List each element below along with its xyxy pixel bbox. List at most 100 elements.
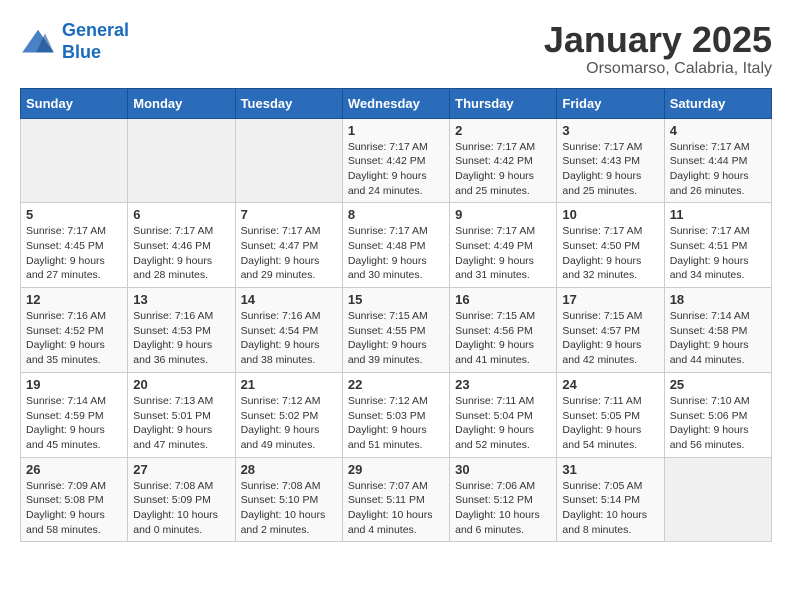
- calendar-cell: 29 Sunrise: 7:07 AM Sunset: 5:11 PM Dayli…: [342, 457, 449, 542]
- calendar-cell: 28 Sunrise: 7:08 AM Sunset: 5:10 PM Dayli…: [235, 457, 342, 542]
- title-block: January 2025 Orsomarso, Calabria, Italy: [544, 20, 772, 78]
- calendar-cell: 7 Sunrise: 7:17 AM Sunset: 4:47 PM Daylig…: [235, 203, 342, 288]
- calendar-cell: 2Sunrise: 7:17 AM Sunset: 4:42 PM Daylig…: [450, 118, 557, 203]
- weekday-header: Sunday: [21, 88, 128, 118]
- calendar-cell: 9 Sunrise: 7:17 AM Sunset: 4:49 PM Daylig…: [450, 203, 557, 288]
- day-number: 30: [455, 462, 551, 477]
- day-number: 18: [670, 292, 766, 307]
- calendar-cell: 8Sunrise: 7:17 AM Sunset: 4:48 PM Daylig…: [342, 203, 449, 288]
- calendar-cell: 10 Sunrise: 7:17 AM Sunset: 4:50 PM Dayli…: [557, 203, 664, 288]
- calendar-cell: 23Sunrise: 7:11 AM Sunset: 5:04 PM Dayli…: [450, 372, 557, 457]
- day-info: Sunrise: 7:10 AM Sunset: 5:06 PM Dayligh…: [670, 394, 766, 453]
- calendar-cell: 13 Sunrise: 7:16 AM Sunset: 4:53 PM Dayli…: [128, 288, 235, 373]
- day-number: 11: [670, 207, 766, 222]
- page-header: GeneralBlue January 2025 Orsomarso, Cala…: [20, 20, 772, 78]
- calendar-row: 1Sunrise: 7:17 AM Sunset: 4:42 PM Daylig…: [21, 118, 772, 203]
- day-info: Sunrise: 7:12 AM Sunset: 5:02 PM Dayligh…: [241, 394, 337, 453]
- day-number: 28: [241, 462, 337, 477]
- day-number: 19: [26, 377, 122, 392]
- day-info: Sunrise: 7:15 AM Sunset: 4:57 PM Dayligh…: [562, 309, 658, 368]
- calendar-cell: 30 Sunrise: 7:06 AM Sunset: 5:12 PM Dayli…: [450, 457, 557, 542]
- day-info: Sunrise: 7:08 AM Sunset: 5:10 PM Dayligh…: [241, 479, 337, 538]
- calendar-row: 12 Sunrise: 7:16 AM Sunset: 4:52 PM Dayli…: [21, 288, 772, 373]
- day-info: Sunrise: 7:17 AM Sunset: 4:42 PM Dayligh…: [455, 140, 551, 199]
- calendar-cell: 25 Sunrise: 7:10 AM Sunset: 5:06 PM Dayli…: [664, 372, 771, 457]
- day-number: 24: [562, 377, 658, 392]
- weekday-header: Thursday: [450, 88, 557, 118]
- calendar-header: SundayMondayTuesdayWednesdayThursdayFrid…: [21, 88, 772, 118]
- calendar-row: 5Sunrise: 7:17 AM Sunset: 4:45 PM Daylig…: [21, 203, 772, 288]
- day-number: 31: [562, 462, 658, 477]
- day-number: 9: [455, 207, 551, 222]
- day-number: 15: [348, 292, 444, 307]
- day-info: Sunrise: 7:14 AM Sunset: 4:59 PM Dayligh…: [26, 394, 122, 453]
- calendar-cell: [664, 457, 771, 542]
- day-info: Sunrise: 7:16 AM Sunset: 4:54 PM Dayligh…: [241, 309, 337, 368]
- day-number: 17: [562, 292, 658, 307]
- calendar-cell: 3 Sunrise: 7:17 AM Sunset: 4:43 PM Daylig…: [557, 118, 664, 203]
- day-number: 13: [133, 292, 229, 307]
- day-number: 21: [241, 377, 337, 392]
- day-info: Sunrise: 7:14 AM Sunset: 4:58 PM Dayligh…: [670, 309, 766, 368]
- calendar-cell: 22 Sunrise: 7:12 AM Sunset: 5:03 PM Dayli…: [342, 372, 449, 457]
- calendar-cell: 31Sunrise: 7:05 AM Sunset: 5:14 PM Dayli…: [557, 457, 664, 542]
- calendar-cell: [235, 118, 342, 203]
- weekday-header: Monday: [128, 88, 235, 118]
- day-info: Sunrise: 7:09 AM Sunset: 5:08 PM Dayligh…: [26, 479, 122, 538]
- day-info: Sunrise: 7:12 AM Sunset: 5:03 PM Dayligh…: [348, 394, 444, 453]
- day-number: 10: [562, 207, 658, 222]
- day-number: 26: [26, 462, 122, 477]
- calendar-cell: 14Sunrise: 7:16 AM Sunset: 4:54 PM Dayli…: [235, 288, 342, 373]
- calendar-cell: 26 Sunrise: 7:09 AM Sunset: 5:08 PM Dayli…: [21, 457, 128, 542]
- day-info: Sunrise: 7:07 AM Sunset: 5:11 PM Dayligh…: [348, 479, 444, 538]
- logo-text: GeneralBlue: [62, 20, 129, 63]
- calendar-cell: 20Sunrise: 7:13 AM Sunset: 5:01 PM Dayli…: [128, 372, 235, 457]
- calendar-row: 19 Sunrise: 7:14 AM Sunset: 4:59 PM Dayli…: [21, 372, 772, 457]
- day-info: Sunrise: 7:17 AM Sunset: 4:43 PM Dayligh…: [562, 140, 658, 199]
- weekday-header: Wednesday: [342, 88, 449, 118]
- day-number: 3: [562, 123, 658, 138]
- day-number: 7: [241, 207, 337, 222]
- day-number: 16: [455, 292, 551, 307]
- calendar-cell: [21, 118, 128, 203]
- logo: GeneralBlue: [20, 20, 129, 63]
- day-info: Sunrise: 7:15 AM Sunset: 4:56 PM Dayligh…: [455, 309, 551, 368]
- day-info: Sunrise: 7:17 AM Sunset: 4:51 PM Dayligh…: [670, 224, 766, 283]
- day-info: Sunrise: 7:08 AM Sunset: 5:09 PM Dayligh…: [133, 479, 229, 538]
- day-info: Sunrise: 7:06 AM Sunset: 5:12 PM Dayligh…: [455, 479, 551, 538]
- calendar-body: 1Sunrise: 7:17 AM Sunset: 4:42 PM Daylig…: [21, 118, 772, 542]
- calendar-cell: 12 Sunrise: 7:16 AM Sunset: 4:52 PM Dayli…: [21, 288, 128, 373]
- day-info: Sunrise: 7:17 AM Sunset: 4:47 PM Dayligh…: [241, 224, 337, 283]
- day-info: Sunrise: 7:13 AM Sunset: 5:01 PM Dayligh…: [133, 394, 229, 453]
- month-title: January 2025: [544, 20, 772, 60]
- weekday-header: Tuesday: [235, 88, 342, 118]
- day-info: Sunrise: 7:17 AM Sunset: 4:44 PM Dayligh…: [670, 140, 766, 199]
- day-number: 29: [348, 462, 444, 477]
- day-number: 6: [133, 207, 229, 222]
- calendar-cell: 4Sunrise: 7:17 AM Sunset: 4:44 PM Daylig…: [664, 118, 771, 203]
- calendar-cell: 1Sunrise: 7:17 AM Sunset: 4:42 PM Daylig…: [342, 118, 449, 203]
- day-number: 23: [455, 377, 551, 392]
- calendar-cell: 17 Sunrise: 7:15 AM Sunset: 4:57 PM Dayli…: [557, 288, 664, 373]
- logo-icon: [20, 28, 56, 56]
- calendar-cell: 19 Sunrise: 7:14 AM Sunset: 4:59 PM Dayli…: [21, 372, 128, 457]
- day-info: Sunrise: 7:16 AM Sunset: 4:52 PM Dayligh…: [26, 309, 122, 368]
- day-number: 8: [348, 207, 444, 222]
- calendar-cell: 18 Sunrise: 7:14 AM Sunset: 4:58 PM Dayli…: [664, 288, 771, 373]
- day-number: 12: [26, 292, 122, 307]
- day-number: 22: [348, 377, 444, 392]
- calendar-cell: 24Sunrise: 7:11 AM Sunset: 5:05 PM Dayli…: [557, 372, 664, 457]
- calendar-cell: [128, 118, 235, 203]
- weekday-row: SundayMondayTuesdayWednesdayThursdayFrid…: [21, 88, 772, 118]
- day-info: Sunrise: 7:17 AM Sunset: 4:42 PM Dayligh…: [348, 140, 444, 199]
- day-info: Sunrise: 7:17 AM Sunset: 4:50 PM Dayligh…: [562, 224, 658, 283]
- calendar-row: 26 Sunrise: 7:09 AM Sunset: 5:08 PM Dayli…: [21, 457, 772, 542]
- calendar-cell: 21 Sunrise: 7:12 AM Sunset: 5:02 PM Dayli…: [235, 372, 342, 457]
- calendar-cell: 6Sunrise: 7:17 AM Sunset: 4:46 PM Daylig…: [128, 203, 235, 288]
- day-info: Sunrise: 7:16 AM Sunset: 4:53 PM Dayligh…: [133, 309, 229, 368]
- day-number: 5: [26, 207, 122, 222]
- day-info: Sunrise: 7:15 AM Sunset: 4:55 PM Dayligh…: [348, 309, 444, 368]
- day-number: 25: [670, 377, 766, 392]
- day-info: Sunrise: 7:17 AM Sunset: 4:49 PM Dayligh…: [455, 224, 551, 283]
- calendar-cell: 5Sunrise: 7:17 AM Sunset: 4:45 PM Daylig…: [21, 203, 128, 288]
